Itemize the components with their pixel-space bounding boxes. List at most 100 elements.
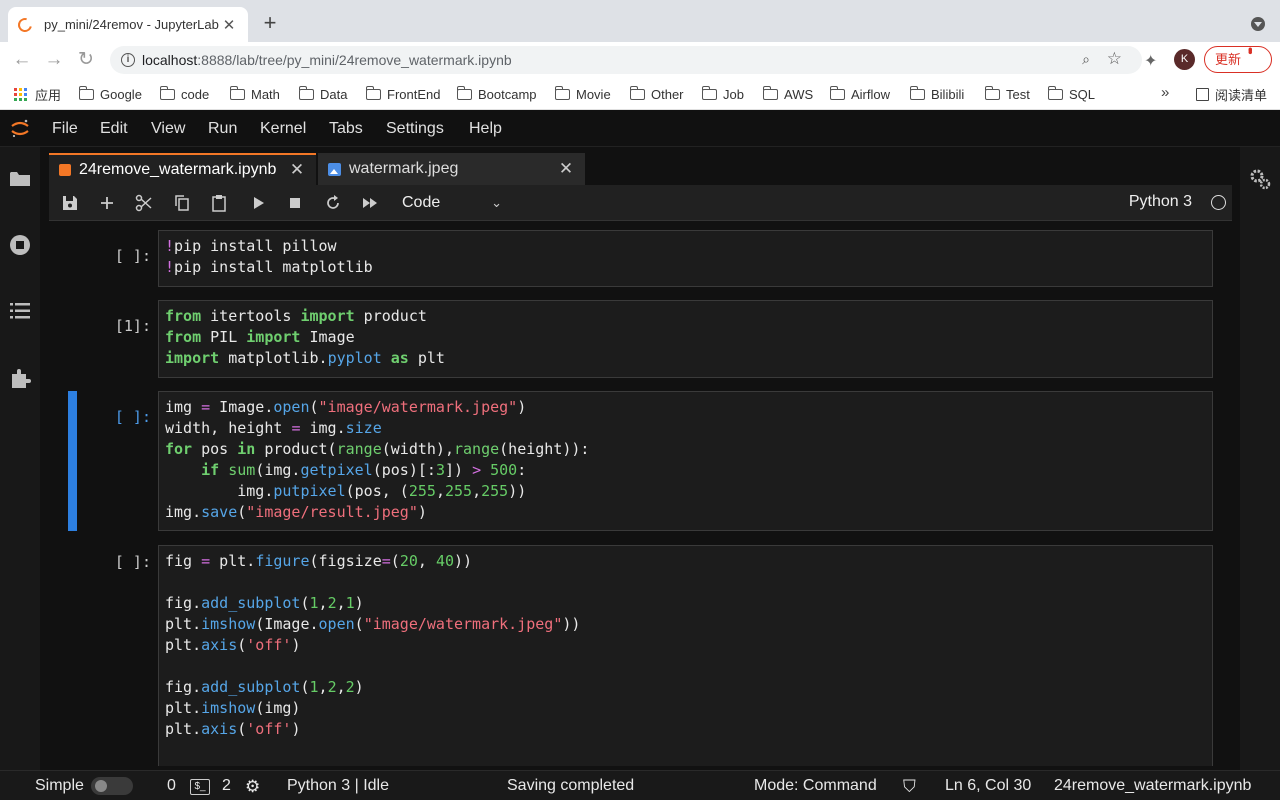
cell-editor[interactable]: fig = plt.figure(figsize=(20, 40)) fig.a… bbox=[158, 545, 1213, 766]
bookmark-bootcamp[interactable]: Bootcamp bbox=[456, 85, 537, 103]
folder-icon bbox=[159, 85, 175, 100]
fast-forward-icon[interactable] bbox=[360, 193, 380, 213]
bookmark-job[interactable]: Job bbox=[701, 85, 744, 103]
paste-icon[interactable] bbox=[209, 193, 229, 213]
kernel-count[interactable]: 2 bbox=[222, 777, 231, 795]
cell-editor[interactable]: !pip install pillow !pip install matplot… bbox=[158, 230, 1213, 287]
close-icon[interactable]: ✕ bbox=[557, 159, 575, 179]
bookmark-math[interactable]: Math bbox=[229, 85, 280, 103]
copy-icon[interactable] bbox=[172, 193, 192, 213]
menu-help[interactable]: Help bbox=[469, 120, 502, 138]
folder-icon bbox=[554, 85, 570, 100]
new-tab-button[interactable]: + bbox=[259, 9, 281, 37]
menu-edit[interactable]: Edit bbox=[100, 120, 128, 138]
trust-shield-icon[interactable]: ⛉ bbox=[903, 777, 916, 797]
kernel-gear-icon[interactable]: ⚙ bbox=[245, 777, 260, 797]
terminal-icon[interactable]: $_ bbox=[190, 779, 210, 795]
reload-icon[interactable]: ↻ bbox=[72, 46, 100, 74]
folder-icon bbox=[229, 85, 245, 100]
cell-prompt: [ ]: bbox=[114, 408, 151, 426]
forward-icon[interactable]: → bbox=[40, 46, 68, 74]
bookmark-star-icon[interactable]: ☆ bbox=[1107, 49, 1122, 69]
kernel-status-icon bbox=[1211, 195, 1226, 210]
bookmark-frontend[interactable]: FrontEnd bbox=[365, 85, 440, 103]
terminal-count[interactable]: 0 bbox=[167, 777, 176, 795]
folder-icon bbox=[984, 85, 1000, 100]
simple-mode-label: Simple bbox=[35, 777, 84, 794]
folder-icon bbox=[762, 85, 778, 100]
browser-tabstrip: py_mini/24remov - JupyterLab ✕ + bbox=[0, 0, 1280, 42]
menu-settings[interactable]: Settings bbox=[386, 120, 444, 138]
tab-search-icon[interactable] bbox=[1251, 17, 1265, 31]
save-icon[interactable] bbox=[60, 193, 80, 213]
jupyter-logo-icon bbox=[11, 119, 29, 138]
folder-icon bbox=[78, 85, 94, 100]
kebab-menu-icon: ••• bbox=[1243, 47, 1258, 52]
kernel-name[interactable]: Python 3 bbox=[1129, 193, 1192, 211]
cut-icon[interactable] bbox=[134, 193, 154, 213]
active-cell-collapser[interactable] bbox=[68, 391, 77, 531]
simple-mode-toggle[interactable] bbox=[91, 777, 133, 795]
back-icon[interactable]: ← bbox=[8, 46, 36, 74]
browser-toolbar: ← → ↻ i localhost:8888/lab/tree/py_mini/… bbox=[0, 42, 1280, 78]
running-sessions-icon[interactable] bbox=[8, 233, 32, 257]
property-inspector-gears-icon[interactable] bbox=[1248, 167, 1272, 191]
menu-tabs[interactable]: Tabs bbox=[329, 120, 363, 138]
folder-icon bbox=[365, 85, 381, 100]
bookmarks-overflow-button[interactable]: » bbox=[1161, 84, 1169, 101]
menu-file[interactable]: File bbox=[52, 120, 78, 138]
bookmark-sql[interactable]: SQL bbox=[1047, 85, 1095, 103]
tab-image[interactable]: watermark.jpeg ✕ bbox=[318, 153, 585, 185]
add-cell-icon[interactable] bbox=[97, 193, 117, 213]
address-bar[interactable]: i localhost:8888/lab/tree/py_mini/24remo… bbox=[110, 46, 1142, 74]
profile-avatar[interactable]: K bbox=[1174, 49, 1195, 70]
right-sidebar bbox=[1240, 147, 1280, 770]
bookmark-airflow[interactable]: Airflow bbox=[829, 85, 890, 103]
file-browser-icon[interactable] bbox=[8, 167, 32, 191]
cell-editor[interactable]: img = Image.open("image/watermark.jpeg")… bbox=[158, 391, 1213, 531]
table-of-contents-icon[interactable] bbox=[8, 299, 32, 323]
folder-icon bbox=[701, 85, 717, 100]
run-icon[interactable] bbox=[248, 193, 268, 213]
update-button[interactable]: 更新 ••• bbox=[1204, 46, 1272, 73]
zoom-icon[interactable]: ⌕ bbox=[1082, 51, 1090, 68]
bookmark-google[interactable]: Google bbox=[78, 85, 142, 103]
jupyter-menubar bbox=[0, 110, 1280, 147]
bookmark-movie[interactable]: Movie bbox=[554, 85, 611, 103]
bookmark-apps[interactable]: 应用 bbox=[14, 85, 61, 103]
reading-list-icon bbox=[1196, 88, 1209, 101]
image-icon bbox=[328, 162, 341, 176]
cursor-position[interactable]: Ln 6, Col 30 bbox=[945, 777, 1031, 795]
bookmark-code[interactable]: code bbox=[159, 85, 209, 103]
extensions-icon[interactable]: ✦ bbox=[1144, 51, 1157, 71]
folder-icon bbox=[456, 85, 472, 100]
restart-icon[interactable] bbox=[323, 193, 343, 213]
menu-run[interactable]: Run bbox=[208, 120, 237, 138]
status-bar: Simple 0 $_ 2 ⚙ Python 3 | Idle Saving c… bbox=[0, 770, 1280, 800]
tab-notebook[interactable]: 24remove_watermark.ipynb ✕ bbox=[49, 153, 316, 185]
cell-type-select[interactable]: Code ⌄ bbox=[402, 192, 502, 214]
bookmark-test[interactable]: Test bbox=[984, 85, 1030, 103]
close-icon[interactable]: ✕ bbox=[288, 160, 306, 180]
reading-list-button[interactable]: 阅读清单 bbox=[1196, 85, 1267, 104]
bookmark-data[interactable]: Data bbox=[298, 85, 347, 103]
browser-tab-close-icon[interactable]: ✕ bbox=[220, 16, 238, 34]
bookmark-aws[interactable]: AWS bbox=[762, 85, 813, 103]
menu-view[interactable]: View bbox=[151, 120, 185, 138]
bookmark-other[interactable]: Other bbox=[629, 85, 684, 103]
folder-icon bbox=[909, 85, 925, 100]
stop-icon[interactable] bbox=[285, 193, 305, 213]
folder-icon bbox=[629, 85, 645, 100]
command-mode: Mode: Command bbox=[754, 777, 877, 794]
bookmark-bilibili[interactable]: Bilibili bbox=[909, 85, 964, 103]
menu-kernel[interactable]: Kernel bbox=[260, 120, 306, 138]
browser-tab[interactable]: py_mini/24remov - JupyterLab ✕ bbox=[8, 7, 248, 42]
extension-manager-icon[interactable] bbox=[8, 366, 32, 390]
status-message: Saving completed bbox=[507, 777, 635, 794]
site-info-icon[interactable]: i bbox=[121, 53, 135, 67]
cell-editor[interactable]: from itertools import product from PIL i… bbox=[158, 300, 1213, 378]
tab-image-label: watermark.jpeg bbox=[349, 160, 459, 177]
folder-icon bbox=[1047, 85, 1063, 100]
notebook-toolbar: Code ⌄ Python 3 bbox=[49, 185, 1232, 221]
kernel-state[interactable]: Python 3 | Idle bbox=[287, 777, 389, 795]
